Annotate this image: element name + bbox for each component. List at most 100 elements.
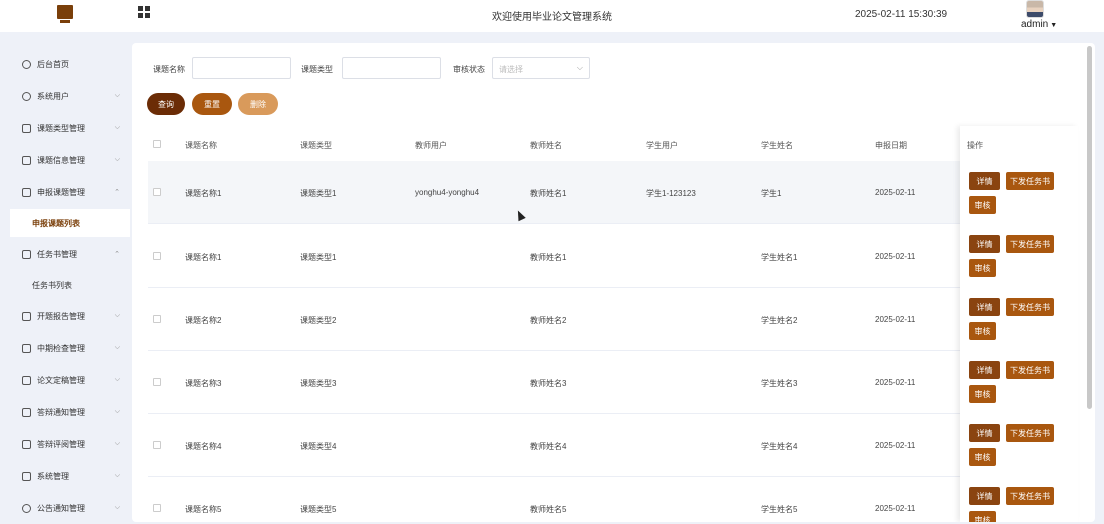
col-topic-name: 课题名称: [185, 141, 217, 150]
sidebar-item-topic-info[interactable]: 课题信息管理 ⌵: [10, 146, 128, 174]
cell-teacher-name: 教师姓名5: [530, 505, 567, 514]
chevron-up-icon: ⌃: [114, 189, 120, 196]
mail-icon: [22, 343, 31, 353]
review-status-label: 审核状态: [453, 65, 485, 74]
sidebar-item-final-papers[interactable]: 论文定稿管理 ⌵: [10, 366, 128, 394]
detail-button[interactable]: 详情: [969, 487, 1000, 505]
col-teacher-user: 教师用户: [415, 141, 447, 150]
row-checkbox[interactable]: [153, 378, 161, 386]
cell-topic-name: 课题名称2: [185, 316, 222, 325]
query-button[interactable]: 查询: [147, 93, 185, 115]
topic-type-label: 课题类型: [301, 65, 333, 74]
table-row[interactable]: 课题名称4 课题类型4 教师姓名4 学生姓名4 2025-02-11: [148, 414, 1078, 477]
table-row[interactable]: 课题名称2 课题类型2 教师姓名2 学生姓名2 2025-02-11: [148, 288, 1078, 351]
sidebar-item-label: 答辩通知管理: [37, 407, 85, 417]
review-button[interactable]: 审核: [969, 511, 996, 522]
chevron-down-icon: ⌵: [114, 156, 120, 163]
cell-topic-type: 课题类型3: [300, 379, 337, 388]
issue-task-book-button[interactable]: 下发任务书: [1006, 235, 1054, 253]
avatar[interactable]: [1026, 0, 1044, 18]
sidebar-item-label: 开题报告管理: [37, 311, 85, 321]
sidebar-item-task-books[interactable]: 任务书管理 ⌃: [10, 240, 128, 268]
sidebar-item-label: 课题信息管理: [37, 155, 85, 165]
sidebar-item-defense-notices[interactable]: 答辩通知管理 ⌵: [10, 398, 128, 426]
detail-button[interactable]: 详情: [969, 235, 1000, 253]
chevron-down-icon: ⌵: [576, 63, 583, 72]
sidebar-item-announcements[interactable]: 公告通知管理 ⌵: [10, 494, 128, 522]
review-button[interactable]: 审核: [969, 448, 996, 466]
col-topic-type: 课题类型: [300, 141, 332, 150]
issue-task-book-button[interactable]: 下发任务书: [1006, 298, 1054, 316]
cell-topic-type: 课题类型4: [300, 442, 337, 451]
mail-icon: [22, 407, 31, 417]
sidebar-item-system-users[interactable]: 系统用户 ⌵: [10, 82, 128, 110]
row-checkbox[interactable]: [153, 315, 161, 323]
delete-button[interactable]: 删除: [238, 93, 278, 115]
sidebar-item-topic-types[interactable]: 课题类型管理 ⌵: [10, 114, 128, 142]
detail-button[interactable]: 详情: [969, 298, 1000, 316]
sidebar-subitem-task-book-list[interactable]: 任务书列表: [10, 271, 130, 299]
row-checkbox[interactable]: [153, 188, 161, 196]
cell-student-user: 学生1-123123: [646, 189, 696, 198]
cell-apply-date: 2025-02-11: [875, 378, 916, 387]
cell-topic-name: 课题名称5: [185, 505, 222, 514]
table-row[interactable]: 课题名称3 课题类型3 教师姓名3 学生姓名3 2025-02-11: [148, 351, 1078, 414]
sidebar-item-label: 公告通知管理: [37, 503, 85, 513]
reset-button[interactable]: 重置: [192, 93, 232, 115]
vertical-scrollbar[interactable]: [1087, 46, 1092, 409]
cell-topic-type: 课题类型5: [300, 505, 337, 514]
sidebar-item-system-management[interactable]: 系统管理 ⌵: [10, 462, 128, 490]
chevron-down-icon: ▼: [1050, 22, 1058, 29]
topic-type-input[interactable]: [342, 57, 441, 79]
cell-student-name: 学生姓名3: [761, 379, 798, 388]
sidebar-item-midterm-checks[interactable]: 中期检查管理 ⌵: [10, 334, 128, 362]
row-checkbox[interactable]: [153, 441, 161, 449]
cell-apply-date: 2025-02-11: [875, 315, 916, 324]
mail-icon: [22, 155, 31, 165]
table-row[interactable]: 课题名称1 课题类型1 教师姓名1 学生姓名1 2025-02-11: [148, 225, 1078, 288]
mail-icon: [22, 375, 31, 385]
sidebar-item-proposal-reports[interactable]: 开题报告管理 ⌵: [10, 302, 128, 330]
col-operations: 操作: [967, 141, 983, 150]
col-student-name: 学生姓名: [761, 141, 793, 150]
review-button[interactable]: 审核: [969, 196, 996, 214]
review-status-select[interactable]: 请选择 ⌵: [492, 57, 590, 79]
cell-apply-date: 2025-02-11: [875, 188, 916, 197]
sidebar-item-label: 申报课题管理: [37, 187, 85, 197]
detail-button[interactable]: 详情: [969, 172, 1000, 190]
chevron-down-icon: ⌵: [114, 344, 120, 351]
row-checkbox[interactable]: [153, 504, 161, 512]
sidebar-item-topic-applications[interactable]: 申报课题管理 ⌃: [10, 178, 128, 206]
sidebar-item-dashboard[interactable]: 后台首页: [10, 50, 128, 78]
detail-button[interactable]: 详情: [969, 361, 1000, 379]
detail-button[interactable]: 详情: [969, 424, 1000, 442]
review-button[interactable]: 审核: [969, 322, 996, 340]
sidebar-item-label: 后台首页: [37, 59, 69, 69]
sidebar-item-label: 系统用户: [37, 91, 69, 101]
row-checkbox[interactable]: [153, 252, 161, 260]
cell-apply-date: 2025-02-11: [875, 252, 916, 261]
table-header: 课题名称 课题类型 教师用户 教师姓名 学生用户 学生姓名 申报日期: [148, 131, 1078, 157]
sidebar-item-label: 答辩评阅管理: [37, 439, 85, 449]
table-row[interactable]: 课题名称5 课题类型5 教师姓名5 学生姓名5 2025-02-11: [148, 477, 1078, 522]
table-row[interactable]: 课题名称1 课题类型1 yonghu4-yonghu4 教师姓名1 学生1-12…: [148, 161, 1078, 224]
user-menu[interactable]: admin ▼: [1021, 19, 1057, 30]
grid-icon[interactable]: [138, 6, 150, 18]
topic-name-input[interactable]: [192, 57, 291, 79]
cell-topic-name: 课题名称1: [185, 189, 222, 198]
mail-icon: [22, 187, 31, 197]
sidebar-item-label: 系统管理: [37, 471, 69, 481]
sidebar-item-defense-reviews[interactable]: 答辩评阅管理 ⌵: [10, 430, 128, 458]
user-name: admin: [1021, 19, 1049, 30]
review-status-placeholder: 请选择: [499, 65, 523, 74]
issue-task-book-button[interactable]: 下发任务书: [1006, 487, 1054, 505]
issue-task-book-button[interactable]: 下发任务书: [1006, 361, 1054, 379]
issue-task-book-button[interactable]: 下发任务书: [1006, 424, 1054, 442]
chevron-down-icon: ⌵: [114, 312, 120, 319]
review-button[interactable]: 审核: [969, 259, 996, 277]
cell-topic-name: 课题名称3: [185, 379, 222, 388]
select-all-checkbox[interactable]: [153, 140, 161, 148]
issue-task-book-button[interactable]: 下发任务书: [1006, 172, 1054, 190]
review-button[interactable]: 审核: [969, 385, 996, 403]
sidebar-subitem-application-list[interactable]: 申报课题列表: [10, 209, 130, 237]
